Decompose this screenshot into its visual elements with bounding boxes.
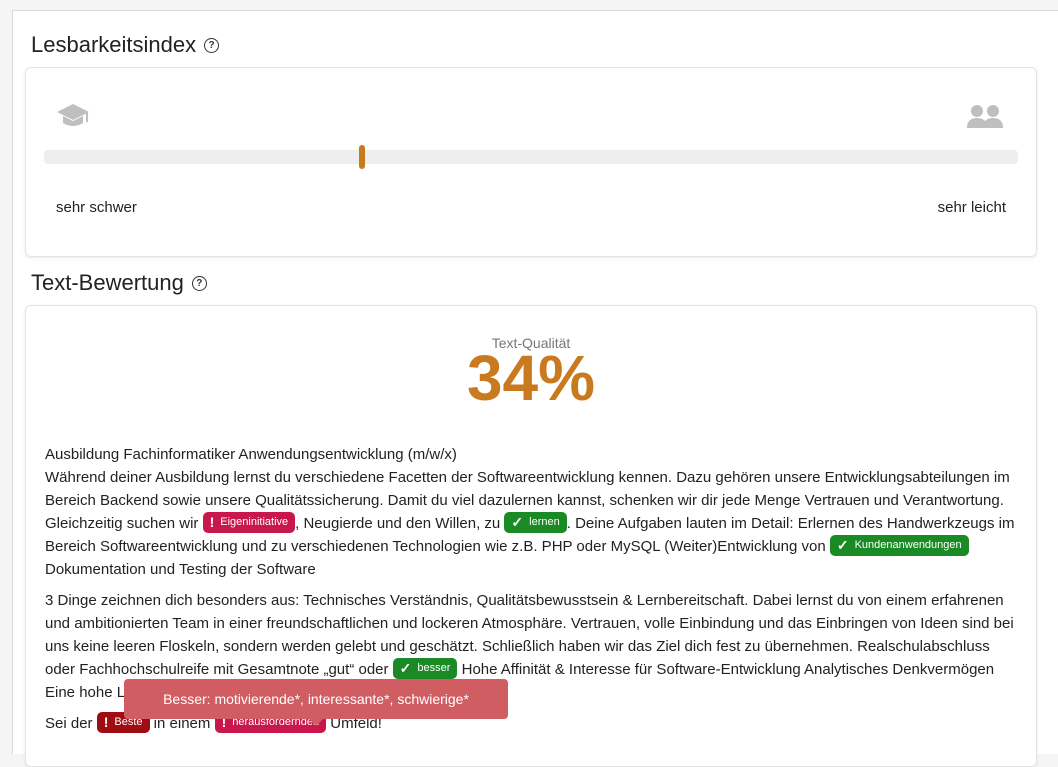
good-badge[interactable]: ✓ lernen [504,512,567,533]
check-icon: ✓ [399,660,412,676]
evaluation-title: Text-Bewertung ? [31,272,207,294]
graduation-cap-icon [57,104,89,126]
issue-badge[interactable]: ! Eigeninitiative [202,512,296,533]
evaluation-title-text: Text-Bewertung [31,270,184,295]
readability-title-text: Lesbarkeitsindex [31,32,197,57]
suggestion-tooltip: Besser: motivierende*, interessante*, sc… [124,679,508,726]
warning-icon: ! [209,514,215,530]
good-badge[interactable]: ✓ Kundenanwendungen [829,535,969,556]
text-quality-value: 34% [466,342,596,414]
readability-card: sehr schwer sehr leicht [25,67,1037,257]
text-heading: Ausbildung Fachinformatiker Anwendungsen… [45,446,457,463]
help-icon[interactable]: ? [204,37,220,53]
good-badge[interactable]: ✓ besser [392,658,458,679]
check-icon: ✓ [836,537,849,553]
readability-slider-track[interactable] [44,150,1018,164]
check-icon: ✓ [511,514,524,530]
readability-slider-thumb[interactable] [359,145,366,169]
help-icon[interactable]: ? [191,275,207,291]
warning-icon: ! [103,714,109,730]
label-very-easy: sehr leicht [937,199,1006,216]
content-frame: Lesbarkeitsindex ? sehr schwer sehr leic… [12,10,1058,767]
readability-title: Lesbarkeitsindex ? [31,32,220,57]
label-very-difficult: sehr schwer [56,199,137,216]
people-icon [967,105,1003,128]
text-paragraph-1: Während deiner Ausbildung lernst du vers… [45,469,1015,578]
